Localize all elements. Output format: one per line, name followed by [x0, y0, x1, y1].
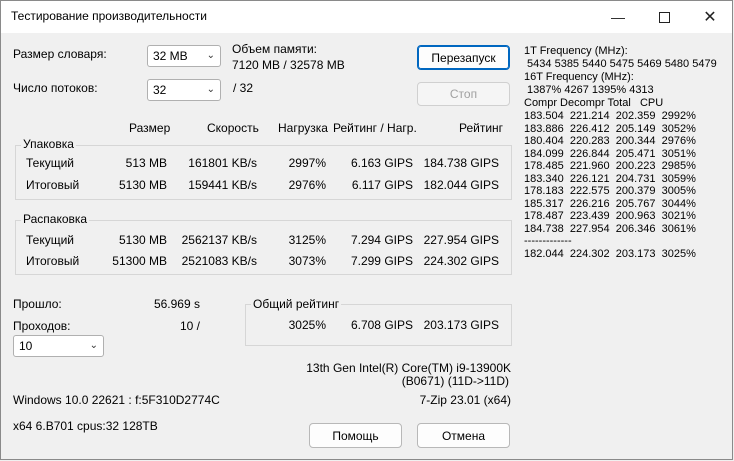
elapsed-value: 56.969 s [153, 297, 200, 311]
cell-speed: 2562137 KB/s [181, 233, 257, 247]
result-row: 184.099 226.844 205.471 3051% [524, 147, 696, 160]
result-row: 180.404 220.283 200.344 2976% [524, 135, 696, 147]
overall-group-title: Общий рейтинг [251, 297, 342, 311]
freq-1t-values: 5434 5385 5440 5475 5469 5480 5479 [524, 58, 717, 70]
freq-1t-label: 1T Frequency (MHz): [524, 45, 628, 57]
memory-label: Объем памяти: [232, 42, 318, 56]
cell-load: 2997% [288, 156, 326, 170]
result-row: 183.340 226.121 204.731 3059% [524, 172, 696, 185]
overall-load: 3025% [288, 318, 326, 332]
overall-rating: 203.173 GIPS [423, 318, 499, 332]
cell-size: 51300 MB [112, 254, 167, 268]
header-rating-load: Рейтинг / Нагр. [333, 121, 417, 135]
result-row: 178.487 223.439 200.963 3021% [524, 210, 696, 222]
result-row: 178.485 221.960 200.223 2985% [524, 160, 696, 172]
dict-size-label: Размер словаря: [13, 47, 107, 61]
freq-16t-values: 1387% 4267 1395% 4313 [524, 84, 654, 96]
cell-speed: 2521083 KB/s [181, 254, 257, 268]
cell-rating-load: 6.163 GIPS [350, 156, 413, 170]
cell-size: 513 MB [125, 156, 167, 170]
threads-value: 32 [153, 83, 167, 97]
cell-rating: 227.954 GIPS [423, 233, 499, 247]
row-label: Текущий [26, 233, 74, 247]
row-label: Текущий [26, 156, 74, 170]
cell-rating-load: 7.294 GIPS [350, 233, 413, 247]
elapsed-label: Прошло: [13, 297, 62, 311]
cell-load: 3125% [288, 233, 326, 247]
passes-value: 10 / [179, 319, 200, 333]
memory-value: 7120 MB / 32578 MB [232, 58, 345, 72]
maximize-icon[interactable] [641, 1, 687, 33]
result-row: 178.183 222.575 200.379 3005% [524, 185, 696, 197]
result-row: 184.738 227.954 206.346 3061% [524, 222, 696, 235]
threads-select[interactable]: 32 ⌄ [147, 79, 221, 101]
os-info: Windows 10.0 22621 : f:5F310D2774C [13, 393, 220, 407]
chevron-down-icon: ⌄ [206, 50, 215, 61]
header-size: Размер [129, 121, 171, 135]
dict-size-select[interactable]: 32 MB ⌄ [147, 45, 221, 67]
chevron-down-icon: ⌄ [206, 84, 215, 95]
version-info: 7-Zip 23.01 (x64) [419, 393, 511, 407]
cell-size: 5130 MB [118, 178, 167, 192]
cancel-button[interactable]: Отмена [417, 423, 510, 448]
cell-size: 5130 MB [118, 233, 167, 247]
result-row: 185.317 226.216 205.767 3044% [524, 197, 696, 210]
chevron-down-icon: ⌄ [89, 340, 98, 351]
header-rating: Рейтинг [459, 121, 504, 135]
arch-info: x64 6.B701 cpus:32 128TB [13, 419, 158, 433]
unpack-group-title: Распаковка [21, 212, 90, 226]
results-header: Compr Decompr Total CPU [524, 97, 664, 109]
title-bar: Тестирование производительности — ✕ [1, 1, 732, 33]
row-label: Итоговый [26, 178, 80, 192]
cell-rating: 224.302 GIPS [423, 254, 499, 268]
header-load: Нагрузка [278, 121, 328, 135]
cpu-name: 13th Gen Intel(R) Core(TM) i9-13900K [306, 361, 511, 375]
minimize-icon[interactable]: — [595, 1, 641, 33]
pack-group-title: Упаковка [21, 137, 76, 151]
threads-label: Число потоков: [13, 81, 98, 95]
close-icon[interactable]: ✕ [687, 1, 733, 33]
threads-max: / 32 [233, 81, 254, 95]
header-speed: Скорость [207, 121, 259, 135]
dict-size-value: 32 MB [153, 49, 188, 63]
results-separator: ------------- [524, 235, 572, 247]
overall-rating-load: 6.708 GIPS [350, 318, 413, 332]
cell-load: 3073% [288, 254, 326, 268]
results-total: 182.044 224.302 203.173 3025% [524, 248, 696, 260]
window-title: Тестирование производительности [11, 9, 207, 23]
cell-rating: 184.738 GIPS [423, 156, 499, 170]
cell-rating-load: 6.117 GIPS [351, 178, 413, 192]
benchmark-window: Тестирование производительности — ✕ Разм… [0, 0, 733, 460]
passes-select-value: 10 [19, 339, 33, 353]
cell-speed: 161801 KB/s [188, 156, 257, 170]
cell-rating-load: 7.299 GIPS [350, 254, 413, 268]
cpu-stepping: (B0671) (11D->11D) [401, 374, 509, 388]
passes-label: Проходов: [13, 319, 71, 333]
result-row: 183.504 221.214 202.359 2992% [524, 110, 696, 122]
cell-rating: 182.044 GIPS [423, 178, 499, 192]
help-button[interactable]: Помощь [309, 423, 402, 448]
restart-button[interactable]: Перезапуск [417, 45, 510, 70]
row-label: Итоговый [26, 254, 80, 268]
passes-select[interactable]: 10 ⌄ [13, 335, 104, 357]
stop-button[interactable]: Стоп [417, 82, 510, 106]
cell-speed: 159441 KB/s [188, 178, 257, 192]
freq-16t-label: 16T Frequency (MHz): [524, 71, 634, 83]
result-row: 183.886 226.412 205.149 3052% [524, 122, 696, 135]
cell-load: 2976% [288, 178, 326, 192]
